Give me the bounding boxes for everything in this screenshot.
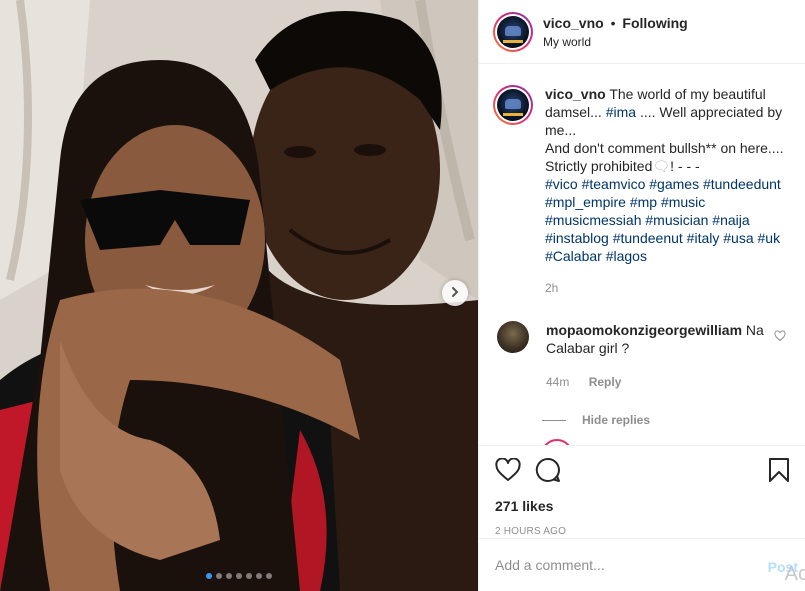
post-actions: 271 likes 2 HOURS AGO (479, 445, 805, 537)
photo-scene (0, 0, 478, 591)
caption-hashtags[interactable]: #vico #teamvico #games #tundeedunt #mpl_… (545, 176, 781, 264)
caption-mention[interactable]: #ima (606, 104, 636, 120)
next-slide-button[interactable] (442, 280, 468, 306)
carousel-indicator (0, 573, 478, 579)
caption-text-4: ! - - - (670, 158, 700, 174)
commenter-username[interactable]: mopaomokonzigeorgewilliam (546, 322, 742, 338)
post-timestamp: 2 HOURS AGO (495, 526, 567, 537)
hide-replies-line (542, 419, 566, 421)
caption: vico_vno The world of my beautiful damse… (493, 85, 790, 297)
caption-username[interactable]: vico_vno (545, 86, 606, 102)
comment-item: mopaomokonzigeorgewilliam Na Calabar gir… (493, 321, 790, 391)
carousel-dot (246, 573, 252, 579)
post-side-panel: vico_vno • Following My world vico_vno T… (478, 0, 805, 591)
carousel-dot (266, 573, 272, 579)
commenter-avatar[interactable] (497, 321, 529, 353)
post-header: vico_vno • Following My world (479, 0, 805, 64)
header-separator: • (610, 14, 616, 31)
author-username[interactable]: vico_vno (543, 15, 604, 31)
post-photo[interactable] (0, 0, 478, 591)
author-avatar-image (497, 15, 529, 48)
hide-replies-label: Hide replies (582, 413, 651, 427)
following-button[interactable]: Following (622, 15, 687, 31)
likes-count[interactable]: 271 likes (495, 498, 790, 514)
carousel-dot (256, 573, 262, 579)
comment-time: 44m (546, 375, 570, 389)
reply-button[interactable]: Reply (589, 375, 622, 389)
post-location[interactable]: My world (543, 35, 688, 49)
comments-section[interactable]: vico_vno The world of my beautiful damse… (479, 65, 805, 445)
comment-like-heart-icon[interactable] (774, 329, 786, 345)
instagram-post: vico_vno • Following My world vico_vno T… (0, 0, 805, 591)
heart-icon[interactable] (495, 456, 521, 485)
hide-replies-button[interactable]: Hide replies (542, 413, 790, 427)
speech-bubble-emoji-icon: 🗨 (652, 158, 671, 174)
comment-bubble-icon[interactable] (535, 457, 561, 486)
caption-avatar-image (497, 89, 529, 121)
caption-time: 2h (545, 281, 559, 295)
chevron-right-icon (449, 285, 461, 301)
carousel-dot (226, 573, 232, 579)
caption-avatar[interactable] (493, 85, 533, 125)
carousel-dot (216, 573, 222, 579)
bookmark-icon[interactable] (768, 457, 790, 486)
comment-input[interactable] (495, 557, 745, 573)
activate-watermark: Ac (784, 563, 805, 585)
carousel-dot (236, 573, 242, 579)
add-comment-bar: Post Ac (479, 538, 805, 591)
author-avatar[interactable] (493, 11, 533, 52)
carousel-dot (206, 573, 212, 579)
